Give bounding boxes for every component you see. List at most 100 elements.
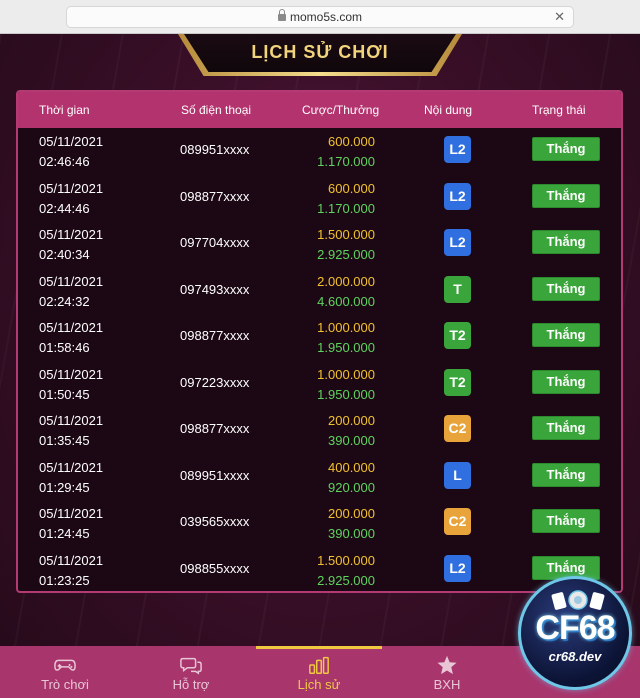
status-badge: Thắng xyxy=(532,509,600,533)
table-row: 05/11/2021 01:23:25 098855xxxx 1.500.000 2.9… xyxy=(18,547,621,592)
history-bars-icon xyxy=(309,656,329,674)
cell-reward: 390.000 xyxy=(328,433,375,448)
table-row: 05/11/2021 01:50:45 097223xxxx 1.000.000 1.9… xyxy=(18,361,621,408)
cell-datetime: 05/11/2021 02:40:34 xyxy=(39,225,103,265)
cell-bet-reward: 1.500.000 2.925.000 xyxy=(317,225,375,265)
cell-phone: 098877xxxx xyxy=(180,421,250,436)
cell-date: 05/11/2021 xyxy=(39,273,104,289)
content-badge: L2 xyxy=(444,182,471,210)
content-badge: L xyxy=(444,461,471,489)
cell-bet: 400.000 xyxy=(328,459,375,475)
nav-item-leaderboard[interactable]: BXH xyxy=(384,646,510,698)
cell-reward: 1.950.000 xyxy=(317,340,375,355)
cell-time: 02:24:32 xyxy=(39,293,90,309)
table-row: 05/11/2021 02:46:46 089951xxxx 600.000 1.170… xyxy=(18,128,621,175)
cell-bet: 1.500.000 xyxy=(317,552,375,568)
nav-label-history: Lịch sử xyxy=(297,677,341,692)
cell-datetime: 05/11/2021 01:58:46 xyxy=(39,318,103,358)
cell-reward: 1.950.000 xyxy=(317,386,375,402)
header-status: Trạng thái xyxy=(532,103,586,117)
content-badge: C2 xyxy=(444,415,471,442)
url-text: momo5s.com xyxy=(289,10,363,24)
cell-bet: 2.000.000 xyxy=(317,273,375,289)
gamepad-icon xyxy=(54,659,76,671)
cell-phone: 089951xxxx xyxy=(180,467,250,483)
table-row: 05/11/2021 01:24:45 039565xxxx 200.000 390.0… xyxy=(18,500,621,547)
browser-toolbar: momo5s.com ✕ xyxy=(0,0,640,34)
cell-date: 05/11/2021 xyxy=(39,506,104,521)
cell-phone: 089951xxxx xyxy=(180,142,250,157)
cell-bet-reward: 200.000 390.000 xyxy=(328,504,375,544)
cell-phone: 098877xxxx xyxy=(180,328,250,343)
cell-time: 01:50:45 xyxy=(39,386,90,402)
content-badge: C2 xyxy=(444,508,471,535)
cell-bet-reward: 200.000 390.000 xyxy=(328,411,375,451)
status-badge: Thắng xyxy=(532,369,600,394)
cell-time: 01:58:46 xyxy=(39,340,90,355)
cell-reward: 2.925.000 xyxy=(317,247,375,262)
content-badge: L2 xyxy=(444,229,471,256)
table-row: 05/11/2021 01:29:45 089951xxxx 400.000 920.0… xyxy=(18,454,621,501)
table-row: 05/11/2021 02:44:46 098877xxxx 600.000 1.170… xyxy=(18,175,621,222)
page-content: LỊCH SỬ CHƠI Thời gian Số điện thoại Cượ… xyxy=(0,34,640,698)
cell-bet-reward: 2.000.000 4.600.000 xyxy=(317,272,375,312)
cell-bet-reward: 600.000 1.170.000 xyxy=(317,132,375,172)
cell-datetime: 05/11/2021 01:23:25 xyxy=(39,551,103,591)
header-time: Thời gian xyxy=(39,103,90,117)
cell-time: 02:46:46 xyxy=(39,154,90,169)
nav-label-support: Hỗ trợ xyxy=(172,677,210,692)
content-badge: T2 xyxy=(444,322,471,349)
content-badge: L2 xyxy=(444,554,471,582)
lock-icon xyxy=(277,9,286,21)
table-header: Thời gian Số điện thoại Cược/Thưởng Nội … xyxy=(18,92,621,128)
nav-label-games: Trò chơi xyxy=(41,677,89,692)
history-table: Thời gian Số điện thoại Cược/Thưởng Nội … xyxy=(16,90,623,593)
status-badge: Thắng xyxy=(532,230,600,254)
status-badge: Thắng xyxy=(532,416,600,440)
cell-time: 01:29:45 xyxy=(39,479,90,495)
table-row: 05/11/2021 01:35:45 098877xxxx 200.000 390.0… xyxy=(18,407,621,454)
cell-datetime: 05/11/2021 01:24:45 xyxy=(39,504,103,544)
header-content: Nội dung xyxy=(424,103,473,117)
cell-bet: 200.000 xyxy=(328,506,375,521)
cell-phone: 097704xxxx xyxy=(180,235,250,250)
status-badge: Thắng xyxy=(532,462,600,487)
nav-item-games[interactable]: Trò chơi xyxy=(2,646,128,698)
cell-phone: 097493xxxx xyxy=(180,281,250,297)
cell-bet: 600.000 xyxy=(328,180,375,196)
cell-datetime: 05/11/2021 02:24:32 xyxy=(39,272,103,312)
cell-phone: 098877xxxx xyxy=(180,188,250,204)
table-row: 05/11/2021 01:58:46 098877xxxx 1.000.000 1.9… xyxy=(18,314,621,361)
cell-time: 02:44:46 xyxy=(39,200,90,216)
nav-item-support[interactable]: Hỗ trợ xyxy=(128,646,254,698)
playing-cards-icon xyxy=(551,590,605,610)
cell-date: 05/11/2021 xyxy=(39,413,104,428)
cell-datetime: 05/11/2021 02:46:46 xyxy=(39,132,103,172)
cell-time: 01:35:45 xyxy=(39,433,90,448)
cell-time: 01:24:45 xyxy=(39,526,90,541)
table-row: 05/11/2021 02:40:34 097704xxxx 1.500.000 2.9… xyxy=(18,221,621,268)
cell-datetime: 05/11/2021 01:35:45 xyxy=(39,411,103,451)
status-badge: Thắng xyxy=(532,276,600,301)
cell-datetime: 05/11/2021 02:44:46 xyxy=(39,179,103,219)
status-badge: Thắng xyxy=(532,183,600,208)
cell-datetime: 05/11/2021 01:29:45 xyxy=(39,458,103,498)
cell-bet-reward: 400.000 920.000 xyxy=(328,458,375,498)
cell-phone: 039565xxxx xyxy=(180,514,250,529)
cell-bet: 1.500.000 xyxy=(317,227,375,242)
cell-reward: 1.170.000 xyxy=(317,200,375,216)
address-bar[interactable]: momo5s.com ✕ xyxy=(66,6,574,28)
active-indicator xyxy=(256,646,382,649)
cell-reward: 2.925.000 xyxy=(317,572,375,588)
cell-phone: 098855xxxx xyxy=(180,560,250,576)
chat-icon xyxy=(180,657,202,675)
cell-date: 05/11/2021 xyxy=(39,180,104,196)
content-badge: L2 xyxy=(444,136,471,163)
close-icon[interactable]: ✕ xyxy=(554,7,565,27)
nav-item-history[interactable]: Lịch sử xyxy=(256,646,382,698)
cell-datetime: 05/11/2021 01:50:45 xyxy=(39,365,103,405)
star-icon xyxy=(437,655,457,675)
cell-bet: 1.000.000 xyxy=(317,320,375,335)
cell-bet-reward: 1.000.000 1.950.000 xyxy=(317,318,375,358)
cell-date: 05/11/2021 xyxy=(39,552,104,568)
